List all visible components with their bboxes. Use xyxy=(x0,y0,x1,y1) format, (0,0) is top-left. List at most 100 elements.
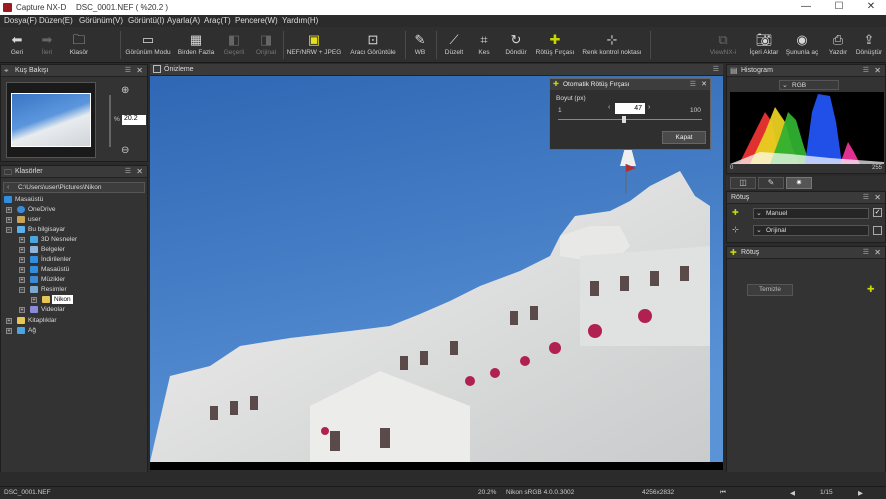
panel-menu-icon[interactable]: ☰ xyxy=(863,193,869,201)
decrement-icon[interactable]: ‹ xyxy=(608,104,610,111)
panel-close-icon[interactable]: ✕ xyxy=(874,248,881,257)
panel-menu-icon[interactable]: ☰ xyxy=(125,66,131,74)
panel-menu-icon[interactable]: ☰ xyxy=(863,248,869,256)
open-with-button[interactable]: ◉ Şununla aç xyxy=(784,31,820,61)
maximize-button[interactable]: ☐ xyxy=(826,0,852,15)
birdseye-thumbnail[interactable] xyxy=(6,82,96,158)
clear-button[interactable]: Temizle xyxy=(747,284,793,296)
expand-icon[interactable]: + xyxy=(6,328,12,334)
panel-menu-icon[interactable]: ☰ xyxy=(690,80,696,88)
arrow-right-icon: ➡ xyxy=(41,32,53,47)
expand-icon[interactable]: + xyxy=(6,207,12,213)
crop-icon: ⌗ xyxy=(480,32,488,47)
title-bar: Capture NX-D DSC_0001.NEF ( %20.2 ) — ☐ … xyxy=(0,0,886,15)
forward-button[interactable]: ➡ İleri xyxy=(34,31,60,61)
expand-icon[interactable]: + xyxy=(19,307,25,313)
print-button[interactable]: ⎙ Yazdır xyxy=(824,31,852,61)
straighten-button[interactable]: ⟋ Düzelt xyxy=(440,31,468,61)
rotate-button[interactable]: ↻ Döndür xyxy=(500,31,532,61)
convert-button[interactable]: ⇪ Dönüştür xyxy=(852,31,886,61)
original-button[interactable]: ◨ Orijinal xyxy=(252,31,280,61)
expand-icon[interactable]: + xyxy=(19,277,25,283)
folder-button[interactable]: 🗀 Klasör xyxy=(64,31,94,61)
panel-close-icon[interactable]: ✕ xyxy=(874,193,881,202)
original-icon: ◨ xyxy=(259,32,273,47)
adjust-tab-icon[interactable]: ◫ xyxy=(730,177,756,189)
minimize-button[interactable]: — xyxy=(793,0,819,15)
preview-icon xyxy=(153,65,161,73)
expand-icon[interactable]: + xyxy=(6,217,12,223)
collapse-icon[interactable]: − xyxy=(19,287,25,293)
prev-page-icon[interactable]: ◀ xyxy=(790,489,795,497)
viewnx-button[interactable]: ⧉ ViewNX-i xyxy=(705,31,741,61)
menu-adjust[interactable]: Ayarla(A) xyxy=(167,16,200,25)
crop-button[interactable]: ⌗ Kes xyxy=(472,31,496,61)
menu-window[interactable]: Pencere(W) xyxy=(235,16,278,25)
multi-view-button[interactable]: ▦ Birden Fazla xyxy=(174,31,218,61)
expand-icon[interactable]: + xyxy=(19,237,25,243)
edit-tab-icon[interactable]: ✎ xyxy=(758,177,784,189)
menu-edit[interactable]: Düzen(E) xyxy=(39,16,73,25)
fit-view-button[interactable]: ⊡ Aracı Görüntüle xyxy=(346,31,400,61)
channel-select[interactable]: ⌄ RGB xyxy=(779,80,839,90)
retouch-brush-title: Rötuş xyxy=(741,249,760,256)
filmstrip-strip xyxy=(0,472,886,486)
menu-help[interactable]: Yardım(H) xyxy=(282,16,318,25)
collapse-icon[interactable]: − xyxy=(6,227,12,233)
retouch-mode-value: Manuel xyxy=(766,210,788,217)
dialog-close-icon[interactable]: ✕ xyxy=(701,80,707,88)
path-bar[interactable]: ‹ C:\Users\user\Pictures\Nikon xyxy=(3,182,145,193)
view-mode-button[interactable]: ▭ Görünüm Modu xyxy=(124,31,172,61)
toolbar: ⬅ Geri ➡ İleri 🗀 Klasör ▭ Görünüm Modu ▦ Bird… xyxy=(0,27,886,63)
dialog-close-button[interactable]: Kapat xyxy=(662,131,706,144)
retouch-brush-icon[interactable]: ✚ xyxy=(867,284,875,295)
size-slider-track[interactable] xyxy=(558,119,702,120)
retouch-enable-checkbox[interactable]: ✓ xyxy=(873,208,882,217)
expand-icon[interactable]: + xyxy=(19,247,25,253)
panel-menu-icon[interactable]: ☰ xyxy=(863,66,869,74)
folder-icon xyxy=(42,296,50,303)
zoom-out-icon[interactable]: ⊖ xyxy=(121,145,129,156)
menu-file[interactable]: Dosya(F) xyxy=(4,16,37,25)
increment-icon[interactable]: › xyxy=(648,104,650,111)
panel-close-icon[interactable]: ✕ xyxy=(874,66,881,75)
zoom-slider-track[interactable] xyxy=(109,95,111,147)
current-button[interactable]: ◧ Geçerli xyxy=(220,31,248,61)
retouch-source-select[interactable]: ⌄ Orijinal xyxy=(753,225,869,236)
retouch-brush-button[interactable]: ✚ Rötüş Fırçası xyxy=(532,31,578,61)
download-icon xyxy=(30,256,38,263)
control-point-button[interactable]: ⊹ Renk kontrol noktası xyxy=(579,31,645,61)
size-slider-thumb[interactable] xyxy=(622,116,627,123)
expand-icon[interactable]: + xyxy=(19,257,25,263)
retouch-source-checkbox[interactable] xyxy=(873,226,882,235)
menu-tools[interactable]: Araç(T) xyxy=(204,16,231,25)
nef-jpeg-button[interactable]: ▣ NEF/NRW + JPEG xyxy=(286,31,342,61)
zoom-value-field[interactable]: 20.2 xyxy=(122,115,146,125)
zoom-in-icon[interactable]: ⊕ xyxy=(121,85,129,96)
viewnx-icon: ⧉ xyxy=(718,32,728,47)
documents-icon xyxy=(30,246,38,253)
wb-button[interactable]: ✎ WB xyxy=(410,31,430,61)
first-page-icon[interactable]: ⏮ xyxy=(720,489,726,497)
back-button[interactable]: ⬅ Geri xyxy=(4,31,30,61)
close-button[interactable]: ✕ xyxy=(858,0,884,15)
birdseye-header: ⌖ Kuş Bakışı ☰ ✕ xyxy=(1,65,147,77)
preview-header: Önizleme ☰ xyxy=(150,64,723,76)
import-button[interactable]: 📷︎ İçeri Aktar xyxy=(746,31,782,61)
panel-menu-icon[interactable]: ☰ xyxy=(125,167,131,175)
next-page-icon[interactable]: ▶ xyxy=(858,489,863,497)
panel-close-icon[interactable]: ✕ xyxy=(136,66,143,75)
histogram-panel: ▤ Histogram ☰ ✕ ⌄ RGB 0 255 xyxy=(726,64,886,174)
toolbar-separator xyxy=(120,31,121,59)
tools-tab-icon[interactable]: ✷ xyxy=(786,177,812,189)
retouch-mode-select[interactable]: ⌄ Manuel xyxy=(753,208,869,219)
menu-image[interactable]: Görüntü(I) xyxy=(128,16,164,25)
folder-icon: 🗀 xyxy=(72,32,86,47)
size-value-field[interactable]: 47 xyxy=(615,103,645,114)
panel-menu-icon[interactable]: ☰ xyxy=(713,65,719,73)
menu-view[interactable]: Görünüm(V) xyxy=(79,16,123,25)
expand-icon[interactable]: + xyxy=(19,267,25,273)
panel-close-icon[interactable]: ✕ xyxy=(136,167,143,176)
expand-icon[interactable]: + xyxy=(6,318,12,324)
expand-icon[interactable]: + xyxy=(31,297,37,303)
